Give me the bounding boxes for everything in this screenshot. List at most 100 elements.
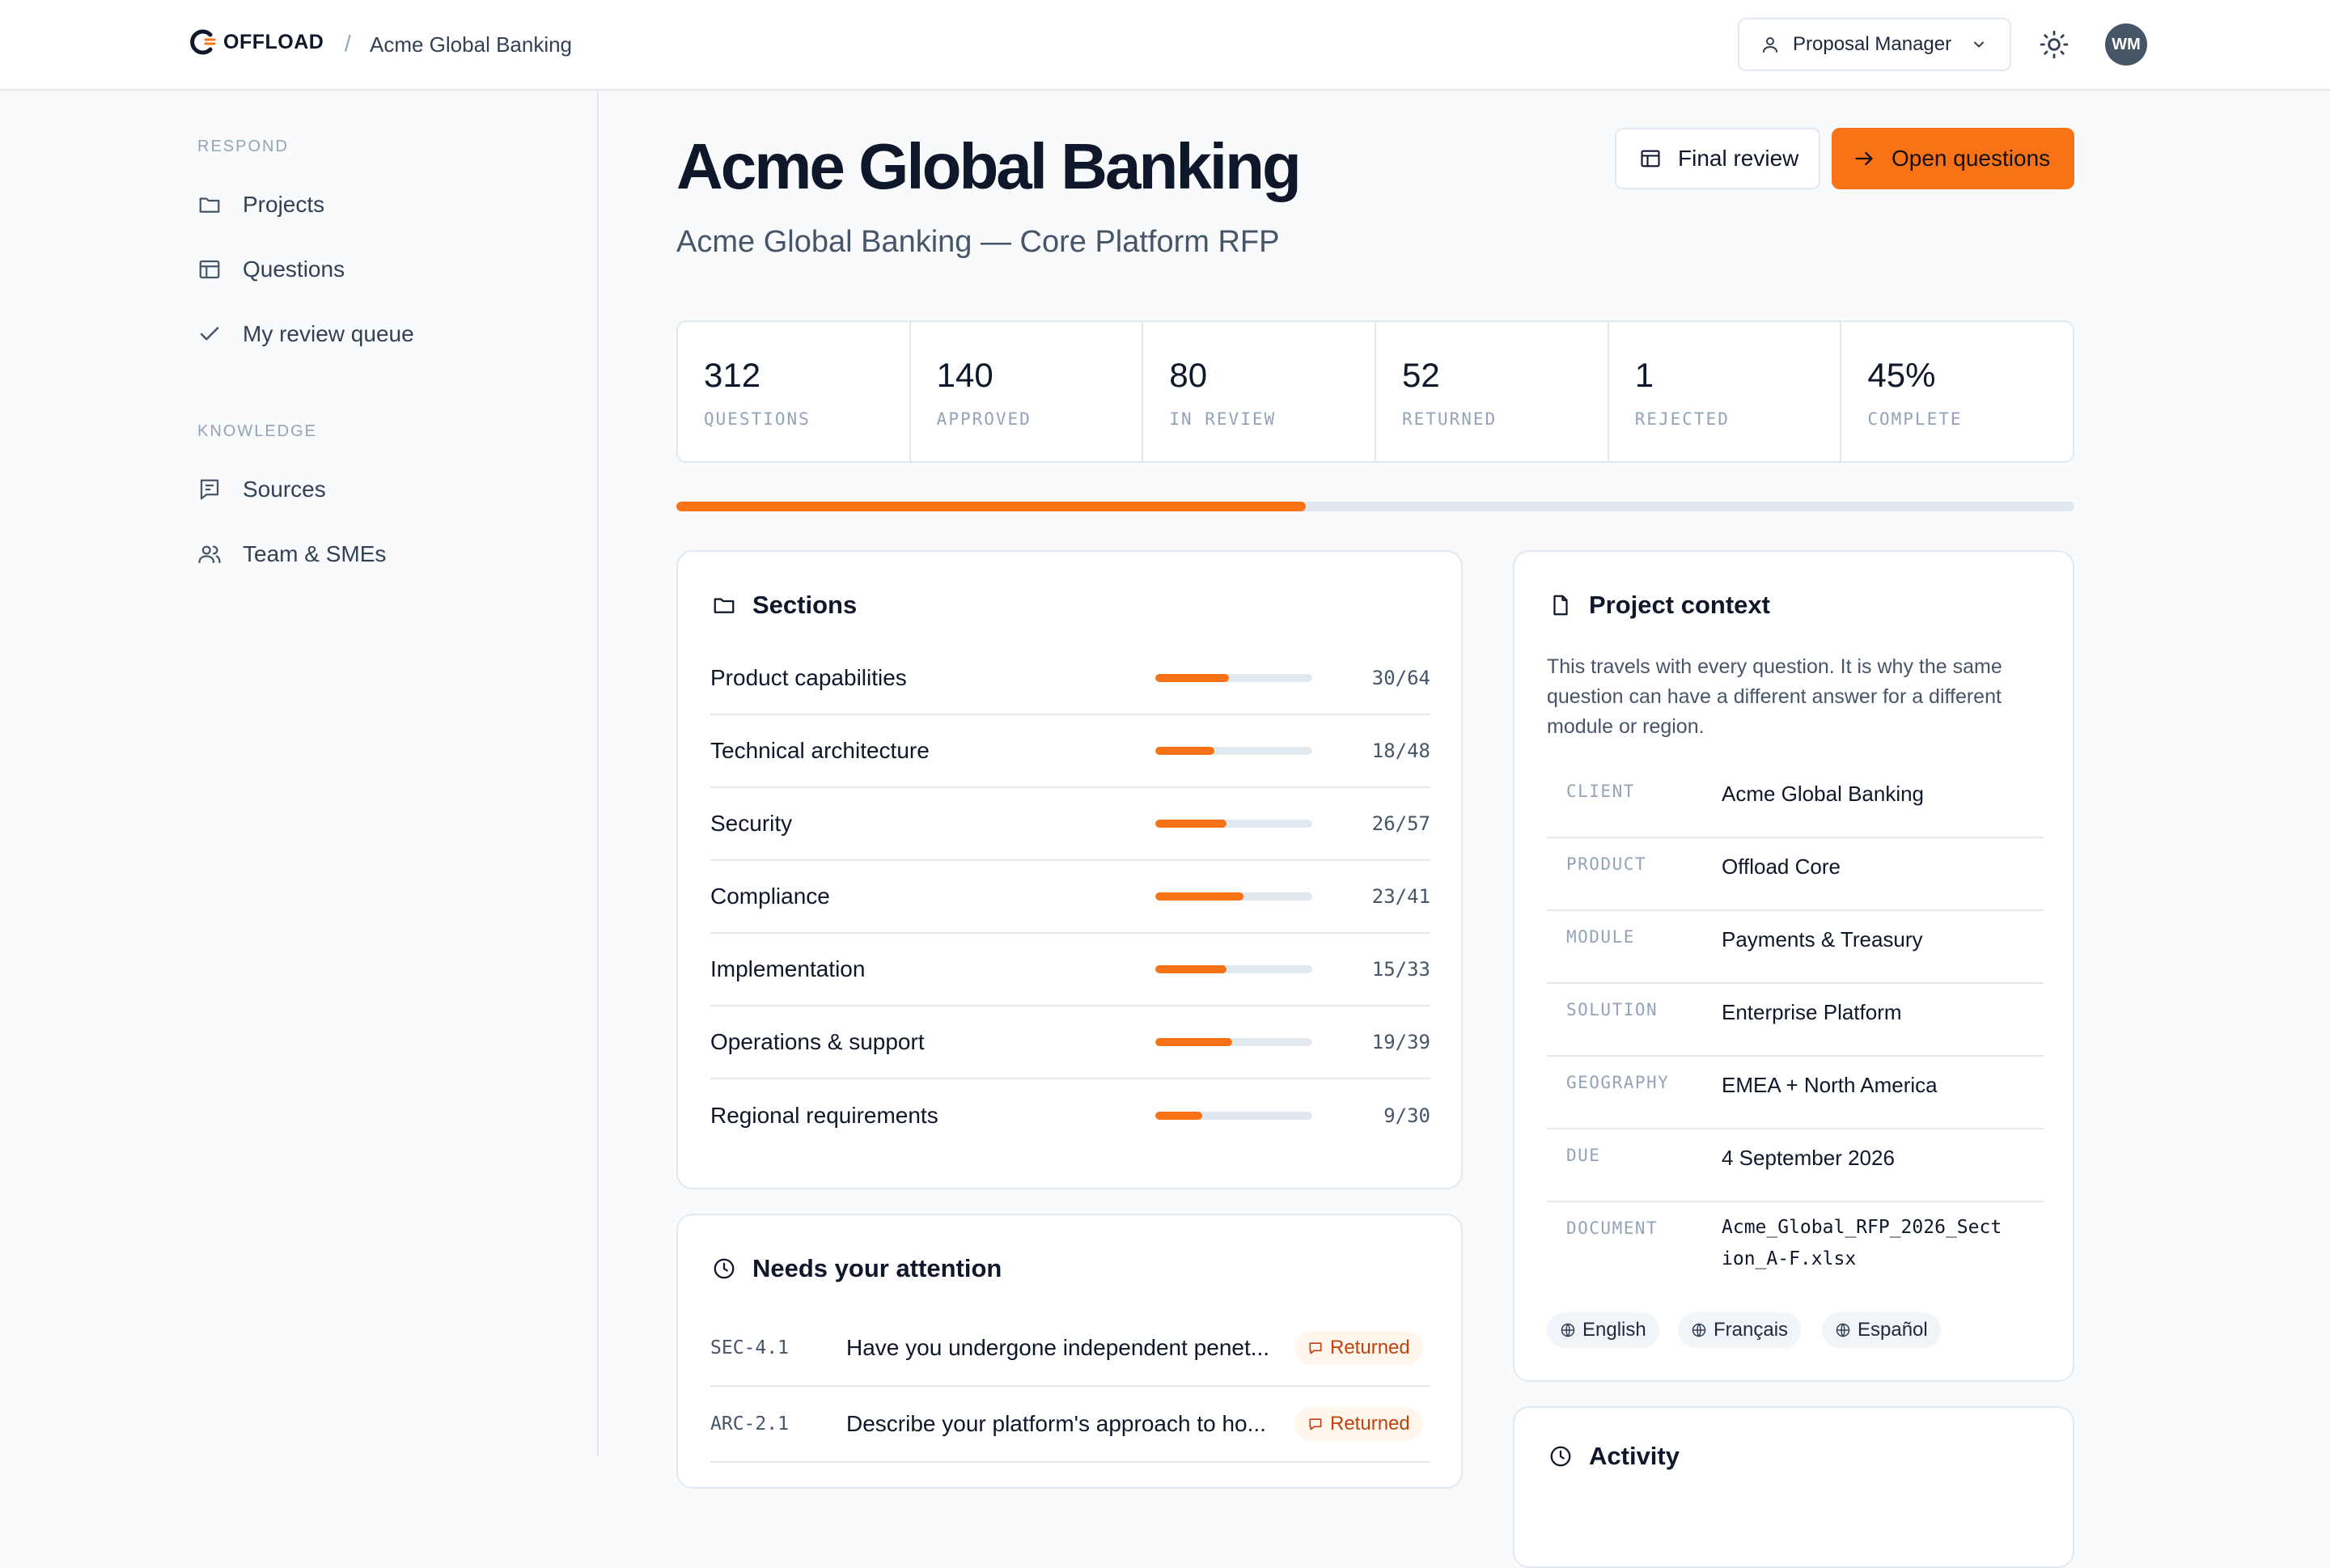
top-bar: OFFLOAD / Acme Global Banking Proposal M… [0, 0, 2330, 91]
section-name: Regional requirements [710, 1103, 938, 1128]
user-icon [1763, 37, 1777, 53]
section-name: Security [710, 811, 793, 836]
question-id: ARC-2.1 [710, 1413, 789, 1435]
section-progress-bar [1155, 965, 1312, 973]
section-progress-bar [1155, 674, 1312, 682]
section-progress-bar [1155, 820, 1312, 828]
clock-icon [714, 1258, 735, 1279]
section-name: Compliance [710, 884, 830, 909]
language-chip-espanol[interactable]: Español [1822, 1312, 1941, 1348]
sidebar-group-knowledge: KNOWLEDGE [197, 422, 318, 440]
section-progress-fill [1155, 892, 1243, 901]
section-progress-bar [1155, 1038, 1312, 1046]
sidebar-item-sources[interactable]: Sources [197, 477, 326, 502]
comment-icon [1309, 1418, 1322, 1430]
logo-text: OFFLOAD [223, 30, 324, 53]
section-name: Technical architecture [710, 738, 930, 763]
offload-logo[interactable]: OFFLOAD [188, 28, 324, 57]
attention-row[interactable]: SEC-4.1 Have you undergone independent p… [710, 1311, 1430, 1387]
field-key: GEOGRAPHY [1566, 1073, 1670, 1092]
sidebar-item-label: Projects [243, 192, 325, 217]
avatar[interactable]: WM [2105, 23, 2147, 66]
sections-title-text: Sections [752, 591, 858, 619]
attention-row[interactable]: ARC-2.1 Describe your platform's approac… [710, 1387, 1430, 1463]
question-id: SEC-4.1 [710, 1337, 789, 1358]
section-name: Product capabilities [710, 665, 907, 690]
role-label: Proposal Manager [1793, 33, 1952, 55]
breadcrumb-separator: / [345, 31, 351, 56]
section-row[interactable]: Security 26/57 [710, 788, 1430, 861]
sections-card: Sections Product capabilities 30/64 Techni… [676, 550, 1463, 1189]
field-value: Acme Global Banking [1722, 782, 1925, 806]
field-value: EMEA + North America [1722, 1073, 1938, 1097]
check-icon [200, 327, 219, 341]
section-count: 26/57 [1371, 812, 1430, 835]
overall-progress-fill [676, 502, 1306, 511]
stat-complete: 45% COMPLETE [1841, 322, 2073, 461]
activity-title-text: Activity [1589, 1442, 1680, 1470]
field-value: Offload Core [1722, 854, 1841, 879]
stat-value: 140 [936, 356, 993, 394]
breadcrumb-current[interactable]: Acme Global Banking [370, 32, 572, 57]
section-row[interactable]: Product capabilities 30/64 [710, 642, 1430, 715]
sidebar-item-team[interactable]: Team & SMEs [197, 541, 386, 567]
language-label: English [1582, 1319, 1646, 1341]
open-questions-button[interactable]: Open questions [1832, 128, 2074, 189]
section-row[interactable]: Operations & support 19/39 [710, 1006, 1430, 1079]
stat-label: COMPLETE [1867, 409, 1963, 429]
users-icon [198, 545, 221, 564]
sidebar-item-questions[interactable]: Questions [197, 256, 345, 282]
stats-panel: 312 QUESTIONS 140 APPROVED 80 IN REVIEW … [676, 320, 2074, 463]
attention-card: Needs your attention SEC-4.1 Have you un… [676, 1214, 1463, 1489]
context-field-module: MODULE Payments & Treasury [1547, 911, 2044, 984]
field-value: Enterprise Platform [1722, 1000, 1902, 1024]
page-subtitle: Acme Global Banking — Core Platform RFP [676, 225, 1280, 259]
sidebar-item-projects[interactable]: Projects [197, 192, 324, 218]
stat-label: IN REVIEW [1169, 409, 1277, 429]
sidebar-item-label: My review queue [243, 321, 414, 346]
section-row[interactable]: Compliance 23/41 [710, 861, 1430, 934]
theme-toggle-button[interactable] [2039, 29, 2069, 60]
stat-value: 312 [704, 356, 761, 394]
sun-icon [2040, 30, 2069, 59]
globe-icon [1561, 1323, 1575, 1337]
section-row[interactable]: Implementation 15/33 [710, 934, 1430, 1006]
section-row[interactable]: Technical architecture 18/48 [710, 715, 1430, 788]
context-field-client: CLIENT Acme Global Banking [1547, 765, 2044, 838]
final-review-button[interactable]: Final review [1615, 128, 1820, 189]
table-icon [199, 260, 220, 279]
section-count: 15/33 [1371, 958, 1430, 981]
stat-label: QUESTIONS [704, 409, 811, 429]
stat-returned: 52 RETURNED [1376, 322, 1609, 461]
stat-value: 45% [1867, 356, 1936, 394]
language-label: Español [1858, 1319, 1928, 1341]
file-icon [1553, 595, 1568, 616]
section-count: 23/41 [1371, 885, 1430, 908]
globe-icon [1836, 1323, 1850, 1337]
role-selector[interactable]: Proposal Manager [1738, 18, 2011, 71]
section-progress-fill [1155, 1112, 1203, 1120]
field-key: SOLUTION [1566, 1000, 1659, 1019]
field-value: 4 September 2026 [1722, 1146, 1895, 1170]
logo-mark-icon [190, 29, 216, 55]
section-progress-fill [1155, 965, 1227, 973]
stat-label: APPROVED [936, 409, 1032, 429]
sidebar-item-label: Team & SMEs [243, 541, 387, 566]
language-chip-english[interactable]: English [1547, 1312, 1659, 1348]
folder-icon [199, 197, 220, 213]
stat-label: RETURNED [1402, 409, 1498, 429]
section-row[interactable]: Regional requirements 9/30 [710, 1079, 1430, 1152]
stat-questions: 312 QUESTIONS [678, 322, 911, 461]
table-icon [1641, 150, 1660, 167]
sidebar-item-review-queue[interactable]: My review queue [197, 321, 414, 347]
final-review-label: Final review [1678, 146, 1799, 171]
stat-label: REJECTED [1634, 409, 1730, 429]
sections-title: Sections [712, 591, 857, 620]
section-count: 9/30 [1383, 1104, 1430, 1127]
open-questions-label: Open questions [1892, 146, 2051, 171]
context-title-text: Project context [1589, 591, 1770, 619]
language-chip-francais[interactable]: Français [1678, 1312, 1802, 1348]
field-value[interactable]: Acme_Global_RFP_2026_Section_A-F.xlsx [1722, 1212, 2013, 1293]
context-field-product: PRODUCT Offload Core [1547, 838, 2044, 911]
chevron-down-icon [1974, 41, 1985, 48]
